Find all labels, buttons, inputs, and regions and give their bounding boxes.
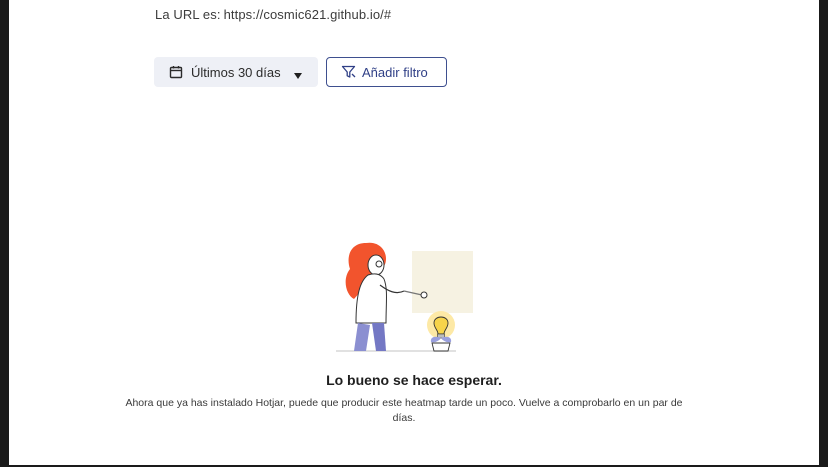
- url-label: La URL es:: [155, 7, 221, 22]
- add-filter-button[interactable]: Añadir filtro: [326, 57, 447, 87]
- empty-state-title: Lo bueno se hace esperar.: [326, 372, 502, 388]
- waiting-illustration: [330, 239, 480, 354]
- date-range-dropdown[interactable]: Últimos 30 días: [154, 57, 318, 87]
- url-info: La URL es: https://cosmic621.github.io/#: [155, 7, 391, 22]
- calendar-icon: [169, 65, 183, 79]
- heatmap-page: La URL es: https://cosmic621.github.io/# …: [9, 0, 819, 465]
- funnel-icon: [341, 65, 356, 79]
- date-range-label: Últimos 30 días: [191, 64, 281, 80]
- add-filter-label: Añadir filtro: [362, 64, 428, 80]
- empty-state-description: Ahora que ya has instalado Hotjar, puede…: [125, 397, 683, 424]
- url-value: https://cosmic621.github.io/#: [223, 7, 392, 22]
- caret-down-icon: [293, 68, 303, 79]
